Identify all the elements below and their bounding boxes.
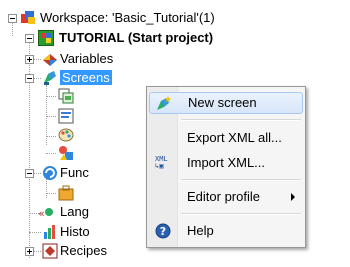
tree-connector <box>33 251 41 252</box>
expand-toggle[interactable] <box>25 247 34 256</box>
menu-item-label: Editor profile <box>187 189 260 204</box>
objects-icon[interactable] <box>58 145 74 161</box>
menu-item-label: Help <box>187 223 214 238</box>
history-label: Histo <box>60 224 90 239</box>
collapse-toggle[interactable] <box>25 74 34 83</box>
menu-item-import-xml[interactable]: XML ↳▣ Import XML... <box>149 152 303 174</box>
menu-item-export-xml-all[interactable]: Export XML all... <box>149 127 303 149</box>
menu-separator <box>181 119 301 121</box>
collapse-toggle[interactable] <box>25 169 34 178</box>
screen-page-icon[interactable] <box>58 88 74 104</box>
menu-item-label: New screen <box>188 95 257 110</box>
workspace-label: Workspace: 'Basic_Tutorial'(1) <box>40 10 215 25</box>
expand-toggle[interactable] <box>25 55 34 64</box>
tree-connector <box>46 96 56 97</box>
menu-item-editor-profile[interactable]: Editor profile <box>149 186 303 208</box>
menu-item-label: Export XML all... <box>187 130 282 145</box>
recipes-label: Recipes <box>60 243 107 258</box>
collapse-toggle[interactable] <box>25 34 34 43</box>
tree-connector <box>33 78 41 79</box>
screen-page-icon[interactable] <box>58 108 74 124</box>
recipes-icon <box>42 243 58 259</box>
tree-item-languages[interactable]: Lang <box>60 203 89 221</box>
tree-connector <box>46 178 47 198</box>
variables-label: Variables <box>60 51 114 66</box>
languages-icon: « <box>38 207 53 220</box>
workspace-icon <box>21 11 35 24</box>
tree-connector <box>29 232 41 233</box>
help-icon: ? <box>155 223 171 239</box>
tree-connector <box>46 116 56 117</box>
functions-icon <box>43 166 57 180</box>
tree-item-variables[interactable]: Variables <box>60 50 113 68</box>
languages-label: Lang <box>60 204 89 219</box>
function-item-icon[interactable] <box>58 185 74 201</box>
tree-connector <box>46 193 56 194</box>
menu-separator <box>181 213 301 215</box>
xml-icon: XML ↳▣ <box>155 155 168 170</box>
screens-label: Screens <box>60 70 112 85</box>
submenu-arrow-icon <box>291 193 295 201</box>
tree-item-project[interactable]: TUTORIAL (Start project) <box>59 29 213 47</box>
svg-text:«: « <box>38 207 45 220</box>
tree-connector <box>46 153 56 154</box>
project-icon <box>38 30 54 46</box>
tree-connector <box>12 22 13 36</box>
tree-connector <box>46 136 56 137</box>
tree-item-functions[interactable]: Func <box>60 164 89 182</box>
tree-connector <box>33 59 41 60</box>
context-menu: New screen Export XML all... XML ↳▣ Impor… <box>146 86 306 248</box>
tree-item-workspace[interactable]: Workspace: 'Basic_Tutorial'(1) <box>40 9 215 27</box>
menu-item-help[interactable]: ? Help <box>149 220 303 242</box>
project-label: TUTORIAL (Start project) <box>59 30 214 45</box>
tree-item-screens[interactable]: Screens <box>60 69 112 87</box>
menu-item-label: Import XML... <box>187 155 266 170</box>
functions-label: Func <box>60 165 89 180</box>
tree-connector <box>33 173 41 174</box>
tree-item-history[interactable]: Histo <box>60 223 90 241</box>
svg-text:?: ? <box>160 225 166 238</box>
tree-item-recipes[interactable]: Recipes <box>60 242 107 260</box>
menu-item-new-screen[interactable]: New screen <box>149 92 303 114</box>
palette-icon[interactable] <box>58 127 74 143</box>
screens-icon <box>44 71 56 85</box>
menu-separator <box>181 179 301 181</box>
new-screen-icon <box>157 96 171 110</box>
history-icon <box>44 225 55 239</box>
variables-icon <box>43 54 57 66</box>
collapse-toggle[interactable] <box>8 14 17 23</box>
